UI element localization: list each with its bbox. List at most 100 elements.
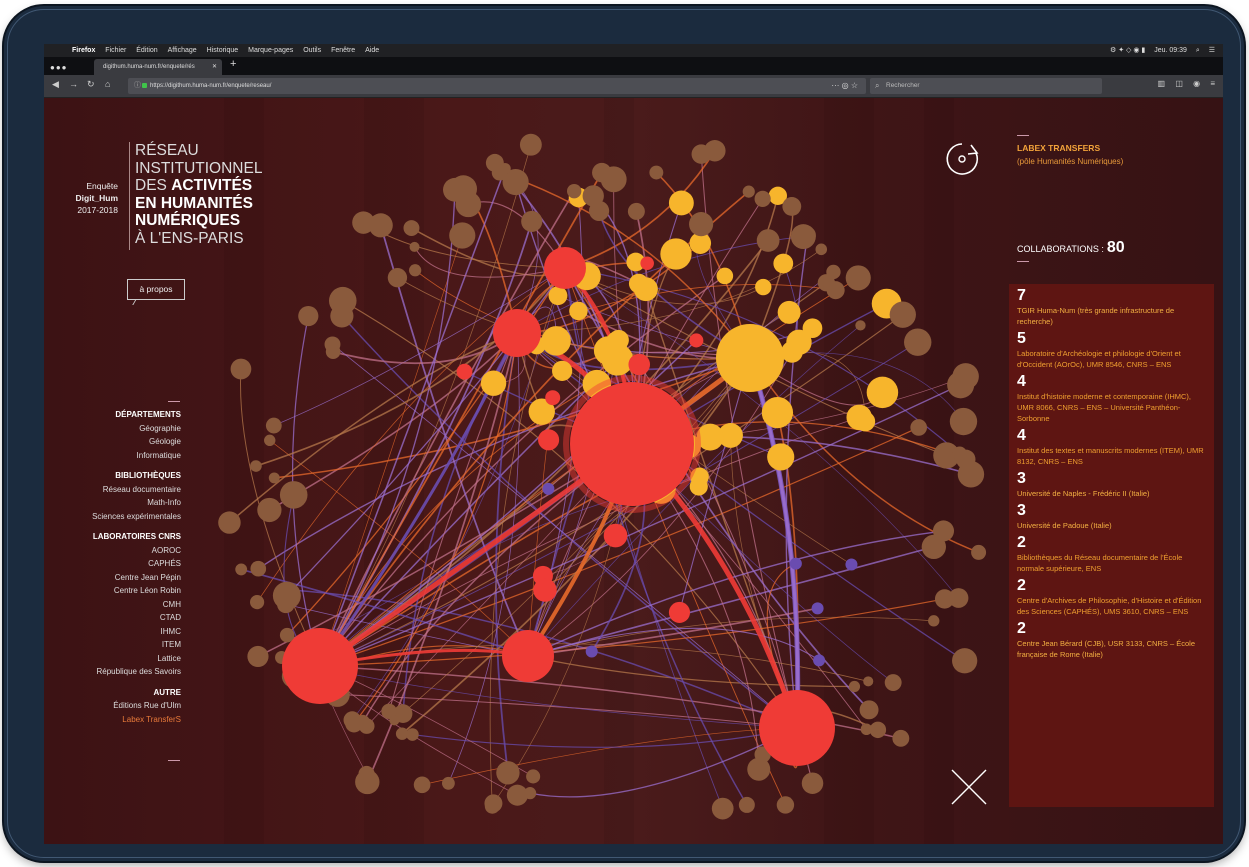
nav-item[interactable]: CTAD bbox=[92, 611, 181, 625]
graph-node[interactable] bbox=[859, 700, 879, 720]
graph-node[interactable] bbox=[257, 497, 282, 523]
graph-node[interactable] bbox=[863, 676, 874, 687]
window-controls[interactable]: ●●● bbox=[50, 63, 68, 72]
graph-node[interactable] bbox=[826, 264, 841, 280]
graph-node[interactable] bbox=[773, 253, 794, 274]
nav-item[interactable]: Sciences expérimentales bbox=[92, 510, 181, 524]
graph-node[interactable] bbox=[910, 419, 928, 436]
graph-node[interactable] bbox=[605, 331, 628, 354]
reset-icon[interactable] bbox=[943, 140, 981, 178]
nav-item[interactable]: CMH bbox=[92, 598, 181, 612]
home-icon[interactable]: ⌂ bbox=[105, 79, 110, 89]
graph-node[interactable] bbox=[767, 443, 795, 471]
menu-edition[interactable]: Édition bbox=[136, 44, 157, 57]
menu-marque-pages[interactable]: Marque-pages bbox=[248, 44, 293, 57]
graph-node[interactable] bbox=[569, 301, 588, 321]
graph-node[interactable] bbox=[627, 202, 645, 220]
graph-node[interactable] bbox=[855, 411, 876, 432]
page-actions[interactable]: ··· ◎ ☆ bbox=[831, 78, 858, 94]
collaborations-list[interactable]: 7 TGIR Huma-Num (très grande infrastructu… bbox=[1009, 284, 1214, 807]
graph-node[interactable] bbox=[268, 472, 280, 484]
nav-item[interactable]: CAPHÉS bbox=[92, 557, 181, 571]
nav-item[interactable]: Centre Léon Robin bbox=[92, 584, 181, 598]
graph-node[interactable] bbox=[566, 183, 582, 199]
hub-node[interactable] bbox=[493, 309, 541, 357]
graph-node[interactable] bbox=[848, 680, 861, 693]
graph-node[interactable] bbox=[387, 267, 408, 288]
graph-node[interactable] bbox=[845, 558, 858, 571]
graph-node[interactable] bbox=[409, 241, 420, 252]
graph-node[interactable] bbox=[668, 601, 691, 623]
graph-node[interactable] bbox=[403, 220, 420, 237]
graph-node[interactable] bbox=[230, 358, 252, 380]
nav-item-selected[interactable]: Labex TransferS bbox=[92, 713, 181, 727]
graph-node[interactable] bbox=[716, 267, 734, 285]
close-tab-icon[interactable]: ✕ bbox=[212, 59, 217, 75]
graph-node[interactable] bbox=[649, 165, 664, 180]
list-item[interactable]: 7 TGIR Huma-Num (très grande infrastructu… bbox=[1009, 287, 1214, 327]
graph-node[interactable] bbox=[952, 648, 978, 674]
menu-fichier[interactable]: Fichier bbox=[105, 44, 126, 57]
graph-node[interactable] bbox=[921, 534, 946, 560]
graph-node[interactable] bbox=[250, 595, 265, 610]
graph-node[interactable] bbox=[264, 434, 276, 447]
nav-item[interactable]: Géographie bbox=[92, 422, 181, 436]
graph-node[interactable] bbox=[480, 370, 507, 396]
nav-item[interactable]: IHMC bbox=[92, 625, 181, 639]
graph-node[interactable] bbox=[345, 714, 363, 733]
graph-node[interactable] bbox=[889, 301, 916, 328]
menu-historique[interactable]: Historique bbox=[207, 44, 239, 57]
nav-item[interactable]: Éditions Rue d'Ulm bbox=[92, 699, 181, 713]
nav-item[interactable]: Lattice bbox=[92, 652, 181, 666]
graph-node[interactable] bbox=[355, 769, 380, 795]
graph-node[interactable] bbox=[552, 360, 573, 381]
graph-node[interactable] bbox=[660, 238, 692, 270]
graph-node[interactable] bbox=[443, 177, 467, 202]
graph-node[interactable] bbox=[801, 772, 824, 794]
app-menu[interactable]: Firefox bbox=[72, 44, 95, 57]
graph-node[interactable] bbox=[904, 328, 932, 356]
close-icon[interactable] bbox=[950, 768, 988, 806]
graph-node[interactable] bbox=[738, 796, 755, 813]
graph-node[interactable] bbox=[491, 164, 508, 181]
graph-node[interactable] bbox=[526, 769, 541, 784]
graph-node[interactable] bbox=[524, 787, 537, 800]
graph-node[interactable] bbox=[218, 511, 241, 534]
graph-node[interactable] bbox=[869, 721, 887, 739]
menu-aide[interactable]: Aide bbox=[365, 44, 379, 57]
graph-node[interactable] bbox=[589, 200, 610, 221]
hub-node[interactable] bbox=[759, 690, 835, 766]
graph-node[interactable] bbox=[628, 273, 649, 294]
graph-node[interactable] bbox=[449, 222, 476, 249]
graph-node[interactable] bbox=[754, 190, 771, 207]
graph-node[interactable] bbox=[689, 477, 708, 496]
nav-item[interactable]: Centre Jean Pépin bbox=[92, 571, 181, 585]
graph-node[interactable] bbox=[884, 674, 902, 691]
menu-list-icon[interactable]: ☰ bbox=[1209, 47, 1215, 54]
graph-node[interactable] bbox=[272, 581, 301, 610]
url-bar[interactable]: ⓘ https://digithum.huma-num.fr/enquete/r… bbox=[128, 78, 866, 94]
search-icon[interactable]: ⌕ bbox=[1196, 47, 1200, 54]
sidebar-icon[interactable]: ◫ bbox=[1175, 79, 1183, 88]
nav-item[interactable]: Math-Info bbox=[92, 496, 181, 510]
hub-node[interactable] bbox=[502, 630, 554, 682]
graph-node[interactable] bbox=[640, 256, 654, 271]
graph-node[interactable] bbox=[585, 645, 598, 658]
graph-node[interactable] bbox=[777, 300, 801, 324]
back-icon[interactable]: ◀ bbox=[52, 79, 59, 90]
graph-node[interactable] bbox=[704, 140, 726, 162]
forward-icon[interactable]: → bbox=[69, 79, 78, 89]
graph-node[interactable] bbox=[409, 264, 422, 277]
graph-node[interactable] bbox=[952, 446, 967, 462]
graph-node[interactable] bbox=[541, 326, 571, 356]
list-item[interactable]: 4 Institut d'histoire moderne et contempo… bbox=[1009, 373, 1214, 424]
graph-node[interactable] bbox=[934, 589, 955, 609]
graph-node[interactable] bbox=[328, 286, 357, 315]
graph-node[interactable] bbox=[603, 523, 628, 548]
info-icon[interactable]: ⓘ bbox=[134, 78, 141, 94]
graph-node[interactable] bbox=[957, 461, 985, 488]
hub-central[interactable] bbox=[570, 382, 694, 506]
library-icon[interactable]: ▥ bbox=[1158, 79, 1166, 88]
graph-node[interactable] bbox=[484, 794, 503, 813]
nav-item[interactable]: République des Savoirs bbox=[92, 665, 182, 679]
